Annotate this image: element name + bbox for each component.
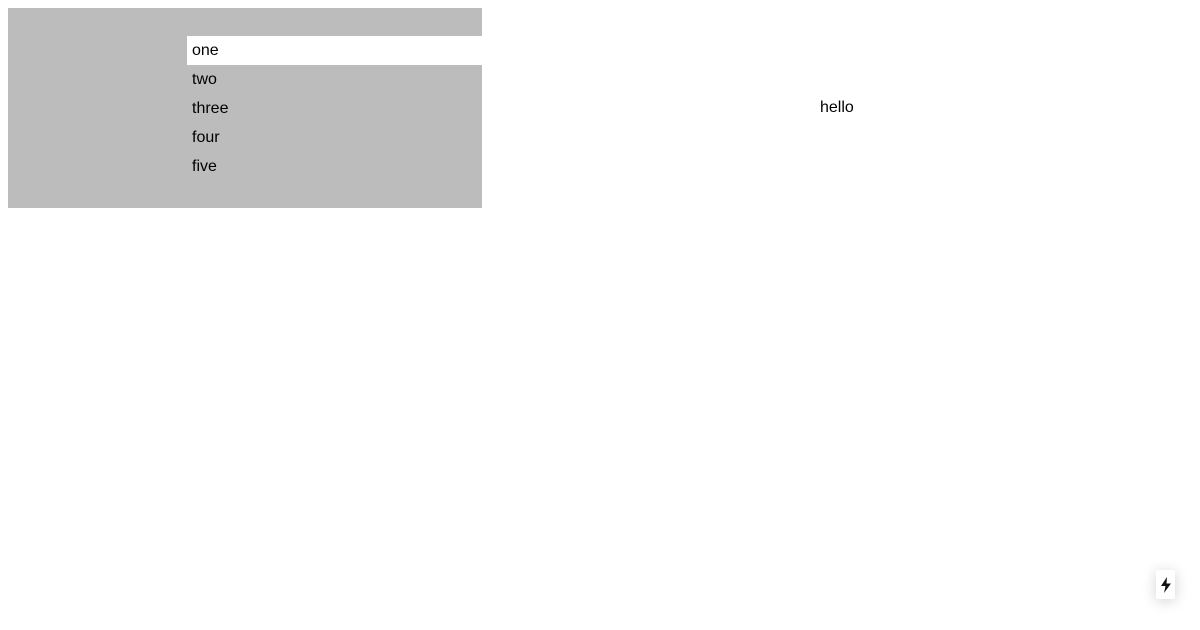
list-panel: one two three four five: [8, 8, 482, 208]
list-item[interactable]: two: [187, 65, 482, 94]
hello-text: hello: [820, 99, 854, 116]
list-item[interactable]: three: [187, 94, 482, 123]
list-item[interactable]: one: [187, 36, 482, 65]
quick-action-button[interactable]: [1156, 570, 1175, 599]
option-list: one two three four five: [187, 36, 482, 181]
lightning-bolt-icon: [1160, 576, 1172, 593]
list-item[interactable]: four: [187, 123, 482, 152]
list-item[interactable]: five: [187, 152, 482, 181]
